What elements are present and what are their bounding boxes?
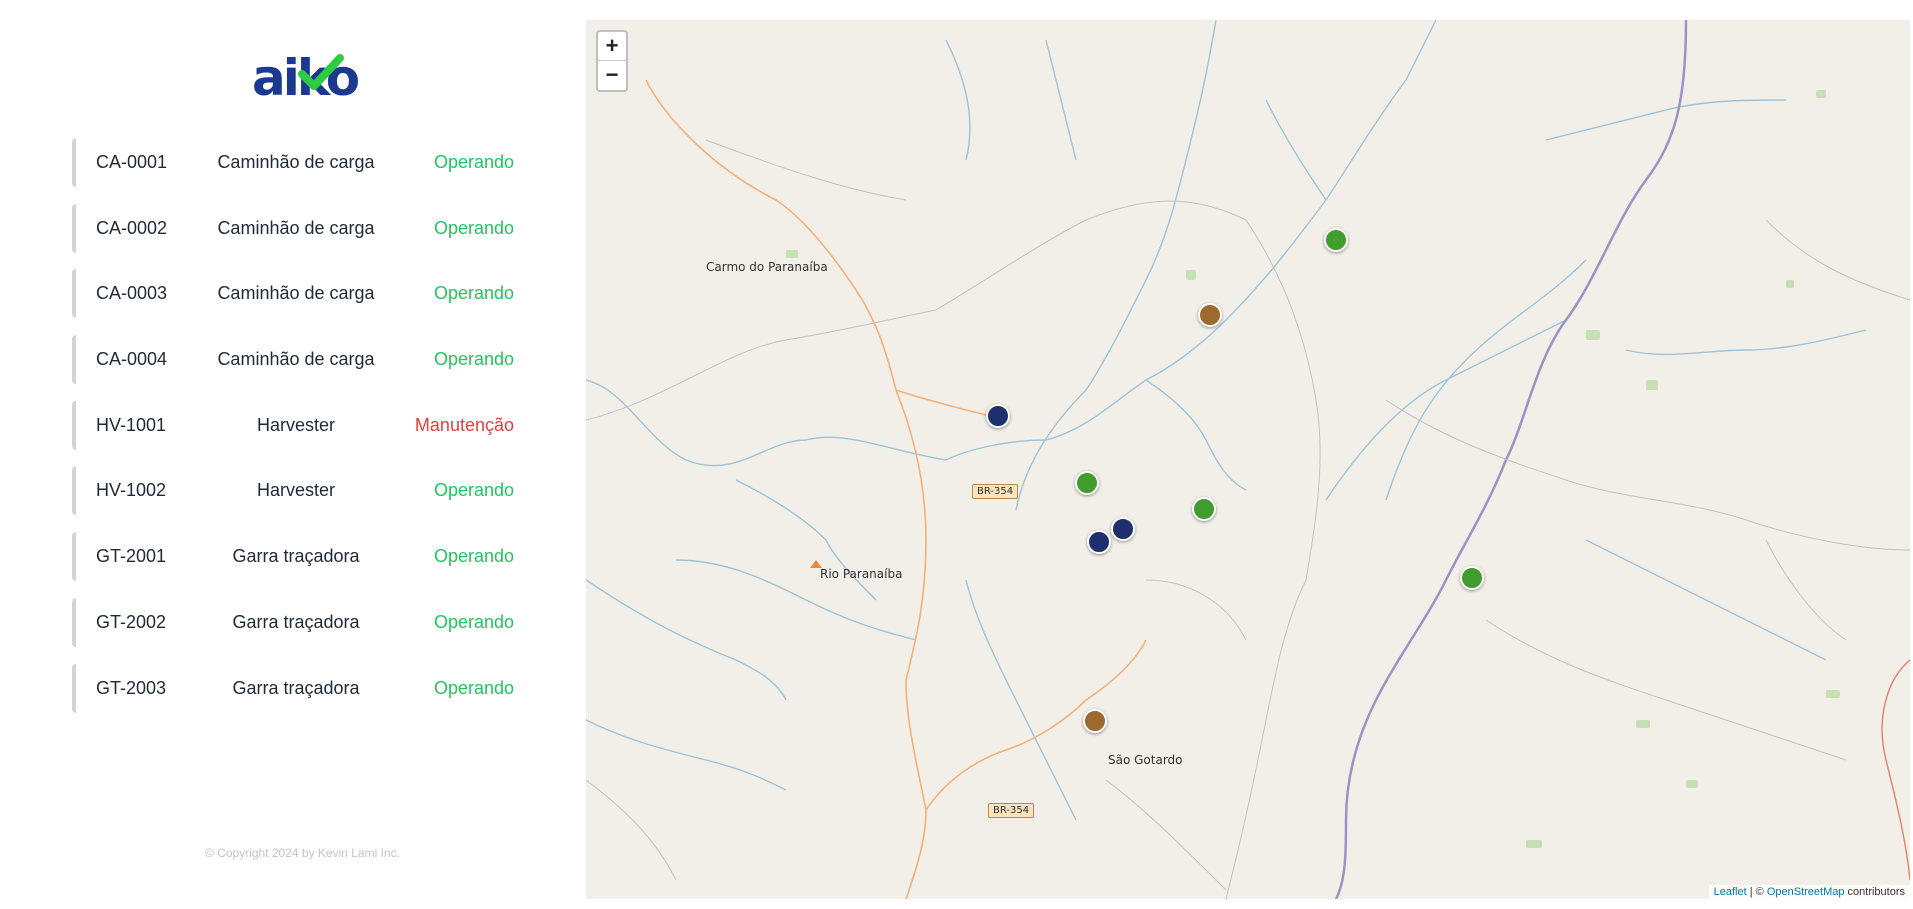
copyright-text: © Copyright 2024 by Kevin Lami Inc. [205, 846, 400, 860]
equipment-row-gt-2003[interactable]: GT-2003 Garra traçadora Operando [72, 663, 532, 713]
equipment-marker[interactable] [1198, 303, 1222, 327]
equipment-state: Operando [433, 217, 514, 238]
place-label: Carmo do Paranaíba [706, 260, 828, 274]
equipment-marker[interactable] [1075, 471, 1099, 495]
attribution-separator: | © [1746, 886, 1767, 898]
equipment-state: Operando [433, 283, 514, 304]
equipment-model: Caminhão de carga [217, 349, 375, 370]
equipment-model: Harvester [256, 414, 336, 435]
equipment-code: HV-1001 [96, 414, 167, 435]
equipment-state: Operando [433, 677, 514, 698]
equipment-row-ca-0004[interactable]: CA-0004 Caminhão de carga Operando [72, 335, 532, 385]
equipment-marker[interactable] [1192, 497, 1216, 521]
equipment-code: CA-0002 [96, 217, 168, 238]
attribution-suffix: contributors [1844, 886, 1905, 898]
equipment-state: Manutenção [414, 414, 514, 435]
equipment-state: Operando [433, 349, 514, 370]
equipment-marker[interactable] [986, 404, 1010, 428]
road-shield: BR-354 [972, 484, 1019, 499]
zoom-out-button[interactable]: − [598, 61, 626, 90]
sidebar: aiko CA-0001 Caminhão de carga Operando … [0, 0, 586, 909]
leaflet-link[interactable]: Leaflet [1714, 886, 1747, 898]
equipment-code: GT-2003 [96, 677, 167, 698]
equipment-code: HV-1002 [96, 480, 167, 501]
equipment-marker[interactable] [1111, 517, 1135, 541]
equipment-marker[interactable] [1087, 530, 1111, 554]
equipment-model: Caminhão de carga [217, 217, 375, 238]
zoom-control: + − [596, 30, 628, 92]
road-shield: BR-354 [988, 803, 1035, 818]
equipment-row-hv-1001[interactable]: HV-1001 Harvester Manutenção [72, 400, 532, 450]
equipment-state: Operando [433, 546, 514, 567]
zoom-in-button[interactable]: + [598, 32, 626, 61]
equipment-code: GT-2001 [96, 546, 167, 567]
equipment-state: Operando [433, 480, 514, 501]
equipment-row-gt-2002[interactable]: GT-2002 Garra traçadora Operando [72, 597, 532, 647]
map-attribution: Leaflet | © OpenStreetMap contributors [1708, 885, 1910, 899]
equipment-code: CA-0004 [96, 349, 168, 370]
equipment-model: Garra traçadora [232, 546, 360, 567]
equipment-code: CA-0001 [96, 152, 168, 172]
equipment-row-gt-2001[interactable]: GT-2001 Garra traçadora Operando [72, 532, 532, 582]
equipment-state: Operando [433, 611, 514, 632]
checkmark-icon [298, 54, 344, 90]
aiko-logo: aiko [252, 50, 360, 106]
equipment-code: GT-2002 [96, 611, 167, 632]
equipment-model: Garra traçadora [232, 611, 360, 632]
equipment-model: Garra traçadora [232, 677, 360, 698]
map-tiles [586, 20, 1910, 899]
map-view[interactable]: + − Carmo do Paranaíba Rio Paranaíba São… [586, 20, 1910, 899]
equipment-row-ca-0002[interactable]: CA-0002 Caminhão de carga Operando [72, 203, 532, 253]
equipment-marker[interactable] [1324, 228, 1348, 252]
equipment-model: Caminhão de carga [217, 152, 375, 172]
equipment-marker[interactable] [1460, 566, 1484, 590]
equipment-row-ca-0001[interactable]: CA-0001 Caminhão de carga Operando [72, 138, 532, 187]
equipment-model: Harvester [256, 480, 336, 501]
openstreetmap-link[interactable]: OpenStreetMap [1767, 886, 1845, 898]
place-label: Rio Paranaíba [820, 567, 903, 581]
equipment-row-hv-1002[interactable]: HV-1002 Harvester Operando [72, 466, 532, 516]
place-label: São Gotardo [1108, 753, 1183, 767]
equipment-code: CA-0003 [96, 283, 168, 304]
equipment-marker[interactable] [1083, 709, 1107, 733]
equipment-state: Operando [433, 152, 514, 172]
equipment-row-ca-0003[interactable]: CA-0003 Caminhão de carga Operando [72, 269, 532, 319]
equipment-model: Caminhão de carga [217, 283, 375, 304]
equipment-list: CA-0001 Caminhão de carga Operando CA-00… [72, 138, 532, 729]
